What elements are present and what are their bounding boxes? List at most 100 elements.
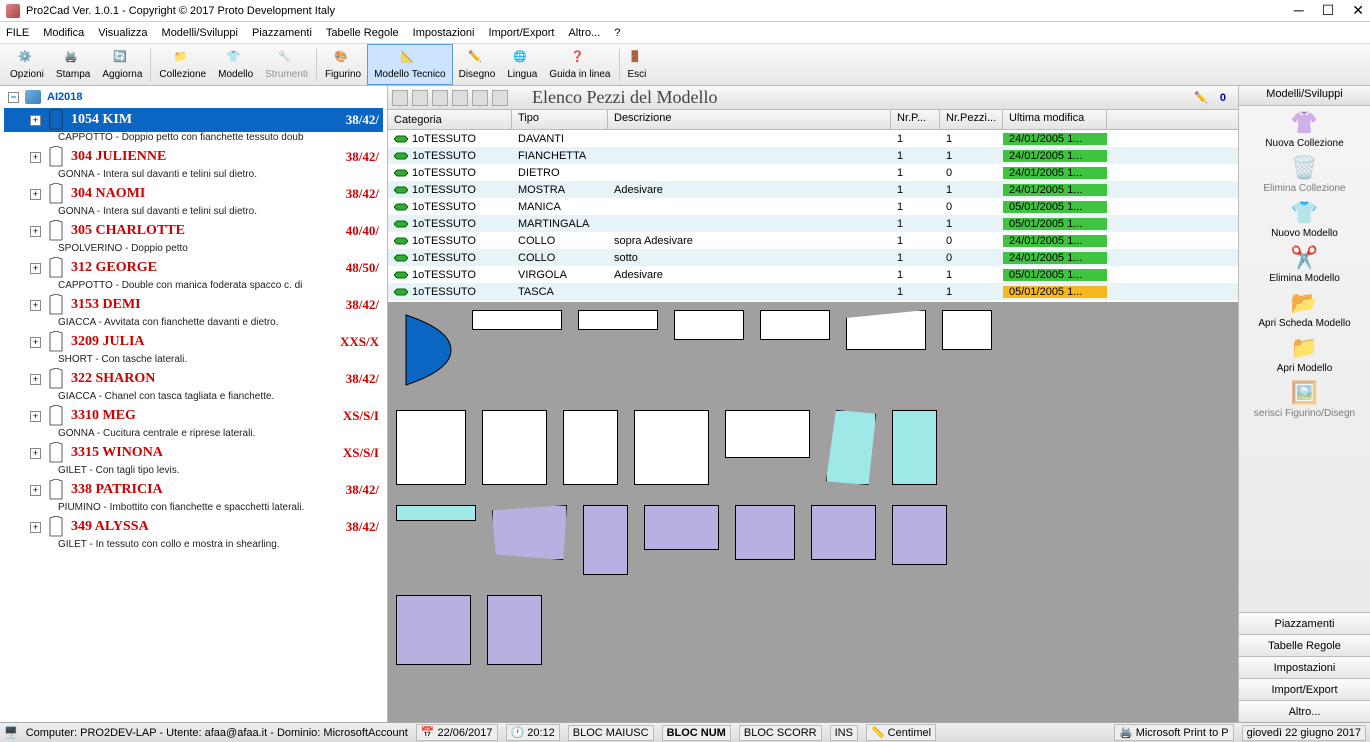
right-action-apri-modello[interactable]: 📁Apri Modello <box>1243 335 1366 374</box>
table-row[interactable]: 1oTESSUTO VIRGOLA Adesivare 1 1 05/01/20… <box>388 266 1238 283</box>
table-row[interactable]: 1oTESSUTO FIANCHETTA 1 1 24/01/2005 1... <box>388 147 1238 164</box>
mini-tool-4[interactable] <box>452 90 468 106</box>
expand-icon[interactable]: + <box>30 522 41 533</box>
expand-icon[interactable]: + <box>30 189 41 200</box>
model-row[interactable]: + 305 CHARLOTTE 40/40/ <box>4 219 383 243</box>
model-row[interactable]: + 3310 MEG XS/S/I <box>4 404 383 428</box>
maximize-button[interactable]: ☐ <box>1322 2 1335 19</box>
col-ultimamodifica[interactable]: Ultima modifica <box>1003 110 1107 129</box>
table-row[interactable]: 1oTESSUTO COLLO sopra Adesivare 1 0 24/0… <box>388 232 1238 249</box>
tool-modello-tecnico[interactable]: 📐Modello Tecnico <box>367 44 453 85</box>
close-button[interactable]: ✕ <box>1352 2 1364 19</box>
status-computer-icon: 🖥️ <box>4 726 18 739</box>
mini-tool-2[interactable] <box>412 90 428 106</box>
cell-categoria: 1oTESSUTO <box>388 150 512 162</box>
expand-icon[interactable]: + <box>30 152 41 163</box>
col-descrizione[interactable]: Descrizione <box>608 110 891 129</box>
model-row[interactable]: + 349 ALYSSA 38/42/ <box>4 515 383 539</box>
expand-icon[interactable]: + <box>30 485 41 496</box>
model-row[interactable]: + 312 GEORGE 48/50/ <box>4 256 383 280</box>
status-date: 📅22/06/2017 <box>416 724 498 741</box>
menu-piazzamenti[interactable]: Piazzamenti <box>252 27 312 39</box>
tool-collezione[interactable]: 📁Collezione <box>153 44 212 85</box>
right-action-nuovo-modello[interactable]: 👕Nuovo Modello <box>1243 200 1366 239</box>
right-button-impostazioni[interactable]: Impostazioni <box>1239 656 1370 678</box>
tool-modello[interactable]: 👕Modello <box>212 44 259 85</box>
table-row[interactable]: 1oTESSUTO DIETRO 1 0 24/01/2005 1... <box>388 164 1238 181</box>
table-row[interactable]: 1oTESSUTO MANICA 1 0 05/01/2005 1... <box>388 198 1238 215</box>
col-tipo[interactable]: Tipo <box>512 110 608 129</box>
right-action-nuova-collezione[interactable]: 👚Nuova Collezione <box>1243 110 1366 149</box>
model-row[interactable]: + 1054 KIM 38/42/ <box>4 108 383 132</box>
right-action-apri-scheda-modello[interactable]: 📂Apri Scheda Modello <box>1243 290 1366 329</box>
cell-modifica: 05/01/2005 1... <box>1003 269 1107 281</box>
grid-header: Categoria Tipo Descrizione Nr.P... Nr.Pe… <box>388 110 1238 130</box>
menu-tabelleregole[interactable]: Tabelle Regole <box>326 27 399 39</box>
model-row[interactable]: + 304 NAOMI 38/42/ <box>4 182 383 206</box>
cell-tipo: MARTINGALA <box>512 218 608 230</box>
collection-root[interactable]: − AI2018 <box>4 90 383 104</box>
tool-disegno[interactable]: ✏️Disegno <box>453 44 502 85</box>
right-button-altro---[interactable]: Altro... <box>1239 700 1370 722</box>
tool-lingua[interactable]: 🌐Lingua <box>501 44 543 85</box>
status-longdate: giovedì 22 giugno 2017 <box>1242 725 1366 741</box>
menu-impostazioni[interactable]: Impostazioni <box>413 27 475 39</box>
tool-figurino[interactable]: 🎨Figurino <box>319 44 367 85</box>
right-button-piazzamenti[interactable]: Piazzamenti <box>1239 612 1370 634</box>
mini-print-icon[interactable] <box>472 90 488 106</box>
right-button-import-export[interactable]: Import/Export <box>1239 678 1370 700</box>
model-row[interactable]: + 304 JULIENNE 38/42/ <box>4 145 383 169</box>
col-categoria[interactable]: Categoria <box>388 110 512 129</box>
model-row[interactable]: + 3315 WINONA XS/S/I <box>4 441 383 465</box>
guida in linea-icon: ❓ <box>571 50 589 68</box>
right-action-elimina-modello[interactable]: ✂️Elimina Modello <box>1243 245 1366 284</box>
model-description: SHORT - Con tasche laterali. <box>4 354 383 365</box>
expand-icon[interactable]: + <box>30 263 41 274</box>
table-row[interactable]: 1oTESSUTO TASCA 1 1 05/01/2005 1... <box>388 283 1238 300</box>
mini-folder-icon[interactable] <box>492 90 508 106</box>
model-row[interactable]: + 338 PATRICIA 38/42/ <box>4 478 383 502</box>
tool-aggiorna[interactable]: 🔄Aggiorna <box>96 44 148 85</box>
menu-importexport[interactable]: Import/Export <box>488 27 554 39</box>
minimize-button[interactable]: ─ <box>1294 2 1304 19</box>
cell-categoria: 1oTESSUTO <box>388 218 512 230</box>
col-nrp[interactable]: Nr.P... <box>891 110 940 129</box>
tool-guida-in-linea[interactable]: ❓Guida in linea <box>543 44 616 85</box>
table-row[interactable]: 1oTESSUTO MARTINGALA 1 1 05/01/2005 1... <box>388 215 1238 232</box>
expand-icon[interactable]: + <box>30 226 41 237</box>
tool-opzioni[interactable]: ⚙️Opzioni <box>4 44 50 85</box>
col-nrpezzi[interactable]: Nr.Pezzi... <box>940 110 1003 129</box>
table-row[interactable]: 1oTESSUTO COLLO sotto 1 0 24/01/2005 1..… <box>388 249 1238 266</box>
expand-icon[interactable]: + <box>30 115 41 126</box>
model-row[interactable]: + 3153 DEMI 38/42/ <box>4 293 383 317</box>
model-row[interactable]: + 3209 JULIA XXS/X <box>4 330 383 354</box>
pencil-icon[interactable]: ✏️ <box>1194 91 1208 104</box>
cell-nrp: 1 <box>891 150 940 162</box>
table-row[interactable]: 1oTESSUTO DAVANTI 1 1 24/01/2005 1... <box>388 130 1238 147</box>
mini-tool-1[interactable] <box>392 90 408 106</box>
menu-modifica[interactable]: Modifica <box>43 27 84 39</box>
expand-icon[interactable]: + <box>30 411 41 422</box>
expand-icon[interactable]: + <box>30 337 41 348</box>
count-badge: 0 <box>1220 92 1226 104</box>
esci-icon: 🚪 <box>628 50 646 68</box>
model-description: GONNA - Cucitura centrale e riprese late… <box>4 428 383 439</box>
right-button-tabelle-regole[interactable]: Tabelle Regole <box>1239 634 1370 656</box>
mini-tool-3[interactable] <box>432 90 448 106</box>
tool-esci[interactable]: 🚪Esci <box>622 44 653 85</box>
cell-nrpezzi: 0 <box>940 167 1003 179</box>
menu-altro[interactable]: Altro... <box>568 27 600 39</box>
menu-[interactable]: ? <box>614 27 620 39</box>
menu-file[interactable]: FILE <box>6 27 29 39</box>
model-row[interactable]: + 322 SHARON 38/42/ <box>4 367 383 391</box>
tool-stampa[interactable]: 🖨️Stampa <box>50 44 96 85</box>
table-row[interactable]: 1oTESSUTO MOSTRA Adesivare 1 1 24/01/200… <box>388 181 1238 198</box>
menu-modellisviluppi[interactable]: Modelli/Sviluppi <box>162 27 238 39</box>
model-description: PIUMINO - Imbottito con fianchette e spa… <box>4 502 383 513</box>
pattern-preview[interactable] <box>388 302 1238 722</box>
collapse-icon[interactable]: − <box>8 92 19 103</box>
expand-icon[interactable]: + <box>30 300 41 311</box>
expand-icon[interactable]: + <box>30 448 41 459</box>
menu-visualizza[interactable]: Visualizza <box>98 27 147 39</box>
expand-icon[interactable]: + <box>30 374 41 385</box>
